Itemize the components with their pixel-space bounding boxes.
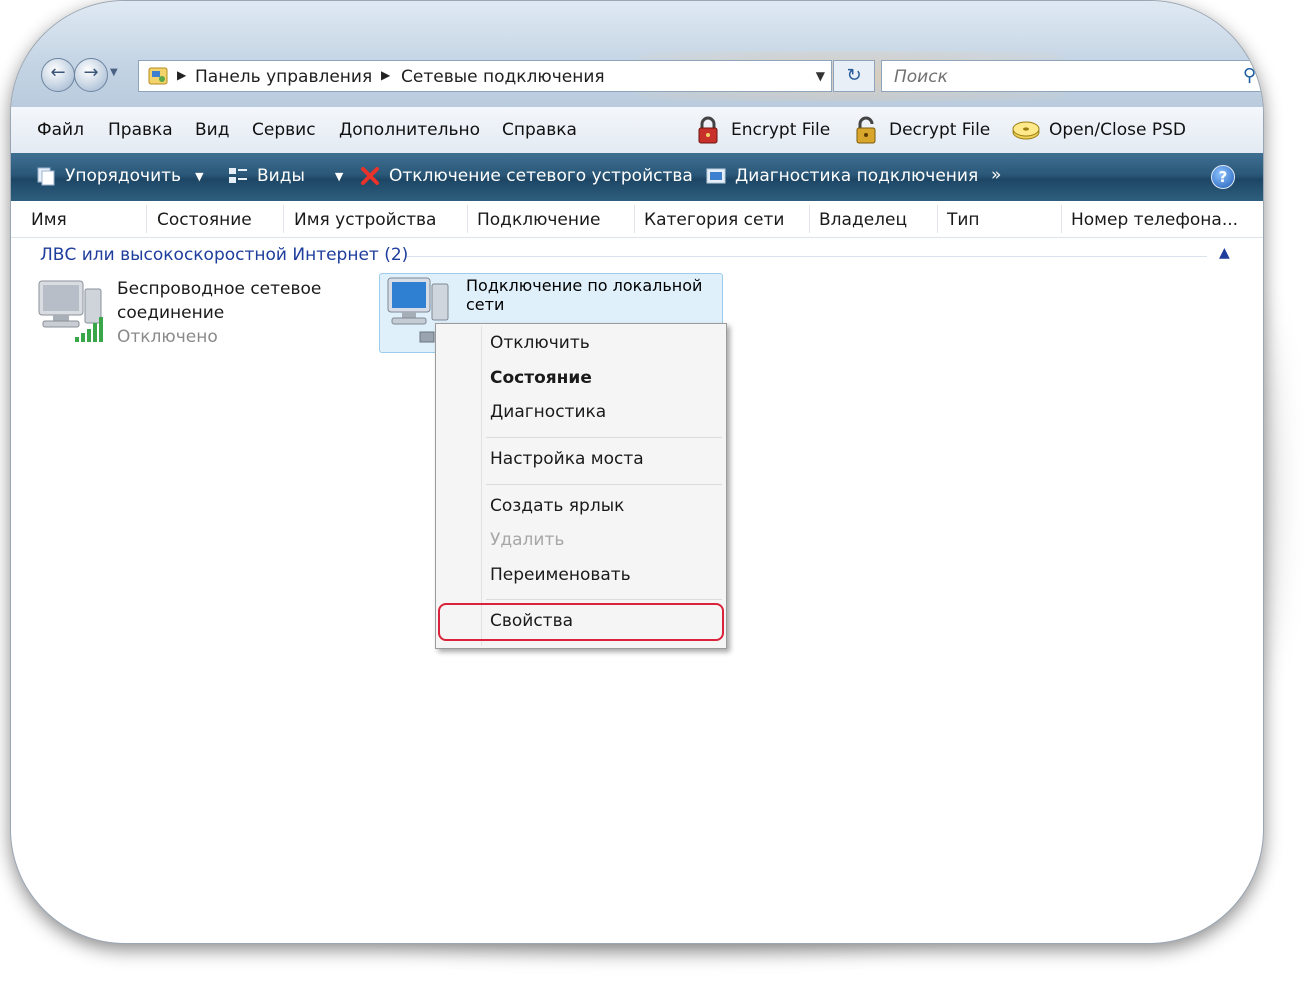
search-icon[interactable]: ⚲ <box>1243 65 1256 86</box>
explorer-window: ← → ▼ ▶ Панель управления ▶ Сетевые подк… <box>10 0 1264 944</box>
decrypt-file-label: Decrypt File <box>889 120 991 140</box>
forward-button[interactable]: → <box>74 58 108 92</box>
menu-advanced[interactable]: Дополнительно <box>339 120 480 140</box>
red-x-icon <box>361 167 379 185</box>
column-phone-number[interactable]: Номер телефона... <box>1071 210 1238 230</box>
chevron-down-icon: ▼ <box>334 169 344 183</box>
menu-edit[interactable]: Правка <box>108 120 173 140</box>
views-icon <box>229 168 247 183</box>
command-bar: Упорядочить ▼ Виды ▼ Отключение сетевого… <box>11 153 1263 201</box>
column-divider[interactable] <box>634 205 635 233</box>
menu-item-delete: Удалить <box>490 530 565 550</box>
more-commands-button[interactable]: » <box>991 165 1001 185</box>
views-button[interactable]: Виды ▼ <box>227 165 343 187</box>
wireless-connection-status: Отключено <box>117 327 218 347</box>
back-arrow-icon: ← <box>50 62 66 83</box>
column-divider[interactable] <box>283 205 284 233</box>
column-divider[interactable] <box>467 205 468 233</box>
column-divider[interactable] <box>146 205 147 233</box>
diagnose-icon <box>706 168 726 184</box>
column-divider[interactable] <box>809 205 810 233</box>
column-network-category[interactable]: Категория сети <box>644 210 784 230</box>
breadcrumb-network-connections[interactable]: Сетевые подключения <box>401 67 605 87</box>
menu-file[interactable]: Файл <box>37 120 84 140</box>
column-divider[interactable] <box>937 205 938 233</box>
context-menu-gutter <box>481 326 482 646</box>
search-input[interactable] <box>892 66 1216 88</box>
address-dropdown-icon[interactable]: ▼ <box>816 69 825 83</box>
menu-item-status[interactable]: Состояние <box>490 368 592 388</box>
wireless-connection-name-line2: соединение <box>117 303 225 323</box>
back-button[interactable]: ← <box>41 58 75 92</box>
menu-separator <box>486 599 722 600</box>
properties-highlight-ring <box>438 603 724 641</box>
menu-item-disable[interactable]: Отключить <box>490 333 590 353</box>
column-name[interactable]: Имя <box>31 210 67 230</box>
menu-view[interactable]: Вид <box>195 120 229 140</box>
open-close-psd-label: Open/Close PSD <box>1049 120 1186 140</box>
column-type[interactable]: Тип <box>947 210 980 230</box>
help-icon[interactable]: ? <box>1211 165 1235 189</box>
breadcrumb-control-panel[interactable]: Панель управления <box>195 67 372 87</box>
forward-arrow-icon: → <box>83 62 99 83</box>
disk-icon <box>1012 121 1040 140</box>
menu-tools[interactable]: Сервис <box>252 120 316 140</box>
views-label: Виды <box>257 166 305 186</box>
column-device-name[interactable]: Имя устройства <box>294 210 436 230</box>
column-header-row: Имя Состояние Имя устройства Подключение… <box>11 201 1263 238</box>
disable-device-label: Отключение сетевого устройства <box>389 166 693 186</box>
disable-device-button[interactable]: Отключение сетевого устройства <box>359 165 693 187</box>
menu-bar: Файл Правка Вид Сервис Дополнительно Спр… <box>11 107 1263 154</box>
menu-item-rename[interactable]: Переименовать <box>490 565 631 585</box>
address-bar-region: ← → ▼ ▶ Панель управления ▶ Сетевые подк… <box>11 1 1263 107</box>
breadcrumb-separator-icon: ▶ <box>177 68 187 82</box>
menu-item-shortcut[interactable]: Создать ярлык <box>490 496 624 516</box>
menu-separator <box>486 437 722 438</box>
control-panel-icon <box>148 67 168 85</box>
group-divider <box>407 256 1207 257</box>
organize-label: Упорядочить <box>65 166 182 186</box>
menu-item-diagnostics[interactable]: Диагностика <box>490 402 606 422</box>
encrypt-file-label: Encrypt File <box>731 120 831 140</box>
wireless-connection-name-line1: Беспроводное сетевое <box>117 279 322 299</box>
column-divider[interactable] <box>1061 205 1062 233</box>
organize-icon <box>37 167 55 186</box>
search-field[interactable]: ⚲ <box>881 60 1263 92</box>
refresh-icon: ↻ <box>846 65 862 86</box>
lock-closed-icon <box>698 116 718 144</box>
diagnose-connection-label: Диагностика подключения <box>735 166 979 186</box>
collapse-caret-icon[interactable]: ▲ <box>1219 245 1230 261</box>
history-dropdown-icon[interactable]: ▼ <box>110 67 118 78</box>
breadcrumb-separator-icon: ▶ <box>381 68 391 82</box>
address-field[interactable]: ▶ Панель управления ▶ Сетевые подключени… <box>138 60 832 92</box>
local-connection-name-line2: сети <box>466 295 505 314</box>
context-menu: Отключить Состояние Диагностика Настройк… <box>435 323 727 649</box>
column-connection[interactable]: Подключение <box>477 210 601 230</box>
column-owner[interactable]: Владелец <box>819 210 907 230</box>
decrypt-file-button[interactable]: Decrypt File <box>851 115 990 145</box>
more-chevron-icon: » <box>991 165 1002 185</box>
menu-separator <box>486 484 722 485</box>
open-close-psd-button[interactable]: Open/Close PSD <box>1011 115 1186 145</box>
lock-open-icon <box>856 116 876 144</box>
wireless-adapter-icon <box>38 280 103 342</box>
organize-button[interactable]: Упорядочить ▼ <box>35 165 204 187</box>
group-header[interactable]: ЛВС или высокоскоростной Интернет (2) <box>40 245 408 265</box>
menu-item-bridge[interactable]: Настройка моста <box>490 449 644 469</box>
local-connection-name-line1: Подключение по локальной <box>466 276 703 295</box>
column-status[interactable]: Состояние <box>157 210 252 230</box>
refresh-button[interactable]: ↻ <box>833 60 875 92</box>
diagnose-connection-button[interactable]: Диагностика подключения <box>705 165 978 187</box>
encrypt-file-button[interactable]: Encrypt File <box>693 115 830 145</box>
chevron-down-icon: ▼ <box>195 169 204 183</box>
menu-help[interactable]: Справка <box>502 120 577 140</box>
